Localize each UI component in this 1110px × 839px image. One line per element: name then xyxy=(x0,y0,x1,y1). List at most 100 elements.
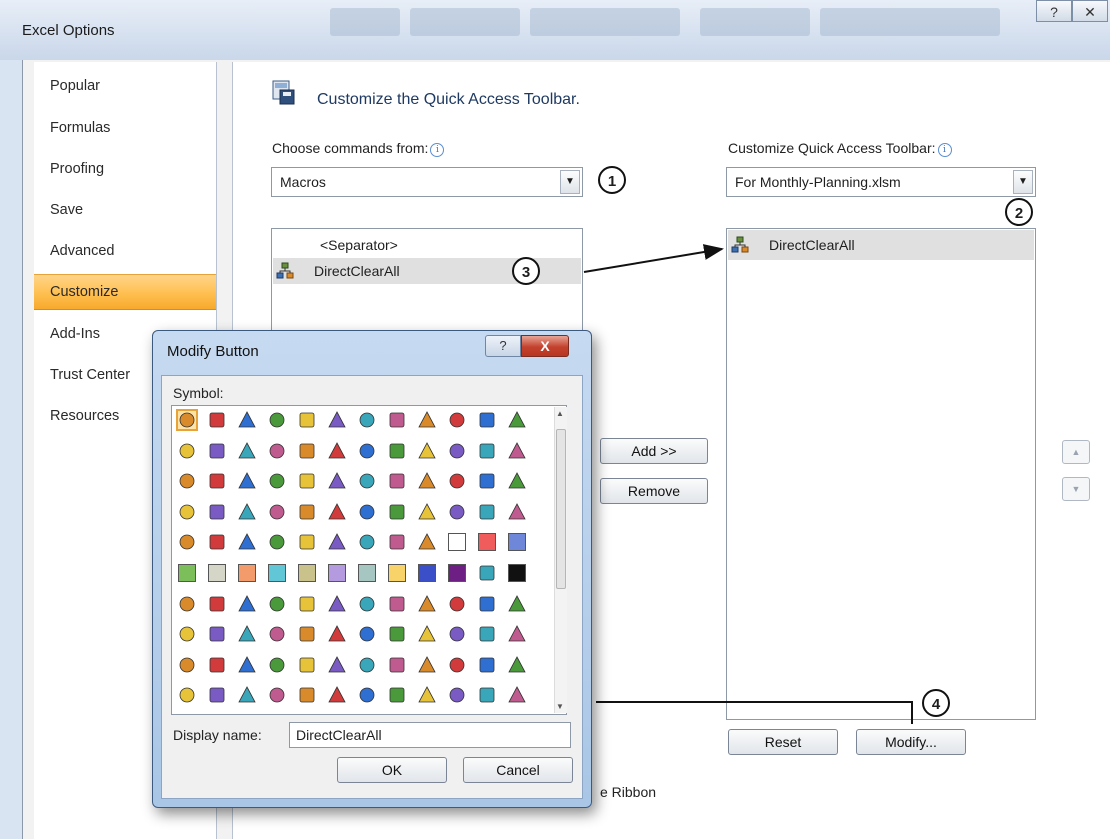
rings-icon[interactable] xyxy=(268,503,286,521)
printer-icon[interactable] xyxy=(298,442,316,460)
paint-icon[interactable] xyxy=(298,503,316,521)
layers-icon[interactable] xyxy=(268,625,286,643)
up-arrow-icon[interactable] xyxy=(178,472,196,490)
dotted-square-icon[interactable] xyxy=(238,594,256,613)
frame-icon[interactable] xyxy=(388,625,406,643)
checker-square-icon[interactable] xyxy=(358,595,376,613)
exclamation-icon[interactable] xyxy=(328,411,346,429)
star-icon[interactable] xyxy=(508,625,526,643)
tools-icon[interactable] xyxy=(328,502,346,521)
left-arrow-icon[interactable] xyxy=(508,441,526,460)
edit-page-icon[interactable] xyxy=(358,442,376,460)
edit-folder-icon[interactable] xyxy=(268,442,286,460)
stack-icon[interactable] xyxy=(508,594,526,613)
calculator-icon[interactable] xyxy=(208,533,226,551)
gears-icon[interactable] xyxy=(238,686,256,704)
yellow-square-icon[interactable] xyxy=(388,564,406,582)
bar-square-icon[interactable] xyxy=(178,595,196,613)
filter-icon[interactable] xyxy=(178,503,196,521)
olive-square-icon[interactable] xyxy=(298,564,316,582)
draw-icon[interactable] xyxy=(298,656,316,674)
blue-square-icon[interactable] xyxy=(508,533,526,552)
mountain-icon[interactable] xyxy=(478,595,496,613)
phone-icon[interactable] xyxy=(238,533,256,551)
shield-icon[interactable] xyxy=(388,411,406,429)
play-icon[interactable] xyxy=(178,686,196,704)
marker-icon[interactable] xyxy=(418,472,436,490)
lock-icon[interactable] xyxy=(328,472,346,490)
clock-icon[interactable] xyxy=(418,502,436,521)
cross-icon[interactable] xyxy=(238,655,256,674)
white-square-icon[interactable] xyxy=(448,533,466,552)
diamond-warning-icon[interactable] xyxy=(358,411,376,429)
copy-icon[interactable] xyxy=(448,411,466,429)
top-bar-square-icon[interactable] xyxy=(328,594,346,613)
forward-arrows-icon[interactable] xyxy=(478,442,496,460)
symbol-grid[interactable]: ▲ ▼ xyxy=(171,405,567,715)
back-arrows-icon[interactable] xyxy=(448,442,466,460)
filter-icon[interactable] xyxy=(508,472,526,490)
check-icon[interactable] xyxy=(268,656,286,674)
donut-icon[interactable] xyxy=(208,625,226,643)
hand-icon[interactable] xyxy=(478,503,496,521)
anchor-icon[interactable] xyxy=(208,686,226,704)
bucket-icon[interactable] xyxy=(418,655,436,674)
right-arrow-icon[interactable] xyxy=(238,472,256,490)
pi-icon[interactable] xyxy=(388,656,406,674)
green-square-icon[interactable] xyxy=(178,564,196,582)
brush-icon[interactable] xyxy=(478,656,496,674)
piggy-icon[interactable] xyxy=(268,533,286,551)
black-square-icon[interactable] xyxy=(508,564,526,582)
eraser-icon[interactable] xyxy=(388,686,406,704)
save-icon[interactable] xyxy=(418,411,436,429)
table-icon[interactable] xyxy=(508,686,526,704)
building-icon[interactable] xyxy=(328,686,346,704)
matrix-icon[interactable] xyxy=(358,656,376,674)
portrait-icon[interactable] xyxy=(418,625,436,643)
smiley-icon[interactable] xyxy=(508,502,526,521)
smiley-ball-icon[interactable] xyxy=(418,441,436,460)
empty-square-icon[interactable] xyxy=(298,595,316,613)
ruler-icon[interactable] xyxy=(388,472,406,490)
paste-icon[interactable] xyxy=(478,411,496,429)
cancel-button[interactable]: Cancel xyxy=(463,757,573,783)
flower-icon[interactable] xyxy=(448,625,466,643)
purple-square-icon[interactable] xyxy=(448,564,466,582)
folders-icon[interactable] xyxy=(238,441,256,460)
ok-button[interactable]: OK xyxy=(337,757,447,783)
macro-icon[interactable] xyxy=(176,409,198,431)
picture-icon[interactable] xyxy=(328,441,346,460)
info-icon[interactable] xyxy=(238,411,256,429)
target-icon[interactable] xyxy=(268,411,286,429)
list-icon[interactable] xyxy=(508,655,526,674)
eye-icon[interactable] xyxy=(358,533,376,551)
scales-icon[interactable] xyxy=(238,502,256,521)
folder-icon[interactable] xyxy=(508,411,526,429)
pie-icon[interactable] xyxy=(178,625,196,643)
text-a-icon[interactable] xyxy=(178,656,196,674)
dialog-close-button[interactable]: X xyxy=(521,335,569,357)
refresh-icon[interactable] xyxy=(328,655,346,674)
eight-ball-icon[interactable] xyxy=(298,533,316,551)
gray-square-icon[interactable] xyxy=(208,564,226,582)
arrow-circle-icon[interactable] xyxy=(388,595,406,613)
scroll-up-icon[interactable]: ▲ xyxy=(556,409,564,418)
folder-tab-icon[interactable] xyxy=(358,686,376,704)
indigo-square-icon[interactable] xyxy=(418,564,436,582)
people-icon[interactable] xyxy=(388,503,406,521)
snowflake-icon[interactable] xyxy=(448,503,466,521)
cylinder-icon[interactable] xyxy=(238,625,256,643)
colors-icon[interactable] xyxy=(418,533,436,551)
bell-icon[interactable] xyxy=(478,686,496,704)
scroll-thumb[interactable] xyxy=(556,429,566,589)
half-square-icon[interactable] xyxy=(268,595,286,613)
orange-square-icon[interactable] xyxy=(238,564,256,582)
key-icon[interactable] xyxy=(358,472,376,490)
bar-chart-icon[interactable] xyxy=(418,594,436,613)
bird-icon[interactable] xyxy=(448,686,466,704)
red-square-icon[interactable] xyxy=(478,533,496,552)
lasso-icon[interactable] xyxy=(268,686,286,704)
box-icon[interactable] xyxy=(298,625,316,643)
blank-page-icon[interactable] xyxy=(178,442,196,460)
open-folder-icon[interactable] xyxy=(208,442,226,460)
